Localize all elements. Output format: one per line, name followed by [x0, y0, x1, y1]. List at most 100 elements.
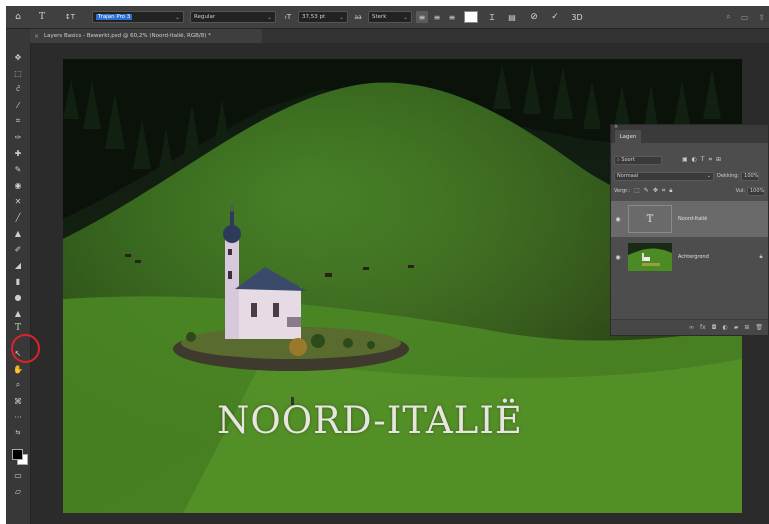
brush-tool-icon[interactable]: ✎ — [9, 163, 27, 175]
opacity-field[interactable]: 100% — [741, 171, 760, 181]
layer-filter-placeholder: Soort — [621, 157, 635, 163]
warp-text-icon[interactable]: Ɪ — [486, 11, 498, 23]
magic-wand-tool-icon[interactable]: ⁄ — [9, 99, 27, 111]
history-brush-tool-icon[interactable]: ✕ — [9, 195, 27, 207]
text-orientation-icon[interactable]: ↕T — [64, 11, 76, 23]
font-size-value: 37,53 pt — [302, 14, 326, 20]
text-color-swatch[interactable] — [464, 11, 478, 23]
workspace-icon[interactable]: ▭ — [741, 13, 749, 22]
document-title: Layers Basics - Bewerkt.psd @ 60,2% (Noo… — [44, 33, 211, 39]
anti-alias-select[interactable]: Sterk ⌄ — [368, 11, 412, 23]
chevron-down-icon: ⌄ — [338, 13, 344, 21]
gradient-fill-icon[interactable]: ▮ — [9, 275, 27, 287]
align-center-icon[interactable]: ≡ — [431, 11, 443, 23]
eyedropper-tool-icon[interactable]: ✑ — [9, 131, 27, 143]
blur-tool-icon[interactable]: ✐ — [9, 243, 27, 255]
screen-mode-icon[interactable]: ▱ — [9, 485, 27, 497]
font-family-value: Trajan Pro 3 — [96, 14, 133, 20]
lock-icon: 🔒︎ — [759, 253, 763, 260]
more-tools-icon[interactable]: ··· — [9, 411, 27, 423]
lasso-tool-icon[interactable]: ᦺ — [9, 83, 27, 95]
close-icon[interactable]: × — [34, 33, 39, 40]
layers-panel: × Lagen ⌕ Soort ▣◐T⌗⊞ Normaal ⌄ Dekking:… — [610, 124, 769, 336]
layer-filter-select[interactable]: ⌕ Soort — [614, 155, 662, 165]
document-tab-bar: × Layers Basics - Bewerkt.psd @ 60,2% (N… — [30, 29, 769, 43]
frame-tool-icon[interactable]: ⌘ — [9, 395, 27, 407]
font-style-select[interactable]: Regular ⌄ — [190, 11, 276, 23]
anti-alias-prefix: aa — [354, 13, 362, 21]
font-size-select[interactable]: 37,53 pt ⌄ — [298, 11, 348, 23]
dodge-tool-icon[interactable]: ◢ — [9, 259, 27, 271]
chevron-down-icon: ⌄ — [174, 13, 180, 21]
marquee-tool-icon[interactable]: ⬚ — [9, 67, 27, 79]
trash-icon[interactable]: 🗑︎ — [755, 324, 763, 331]
toolbox: ✥ ⬚ ᦺ ⁄ ⌗ ✑ ✚ ✎ ◉ ✕ ╱ ▲ ✐ ◢ ▮ ● ▲ T ↖ ✋ … — [6, 29, 40, 524]
background-thumbnail-image — [628, 243, 672, 271]
foreground-color-swatch[interactable] — [12, 449, 23, 460]
crop-tool-icon[interactable]: ⌗ — [9, 115, 27, 127]
fill-field[interactable]: 100% — [747, 186, 765, 196]
tab-layers[interactable]: Lagen — [615, 130, 641, 143]
quick-mask-icon[interactable]: ▭ — [9, 469, 27, 481]
blend-row: Normaal ⌄ Dekking: 100% — [614, 171, 765, 181]
layer-name: Noord-Italië — [678, 216, 708, 222]
document-tab[interactable]: × Layers Basics - Bewerkt.psd @ 60,2% (N… — [30, 29, 262, 43]
3d-icon[interactable]: 3D — [571, 11, 583, 23]
new-layer-icon[interactable]: ⊞ — [744, 324, 749, 331]
lock-icons[interactable]: ⬚✎✥⌗🔒︎ — [634, 187, 676, 195]
add-mask-icon[interactable]: ◘ — [712, 324, 717, 331]
fill-label: Vul: — [735, 188, 745, 194]
new-group-icon[interactable]: ▰ — [734, 324, 739, 331]
font-style-value: Regular — [194, 14, 216, 20]
eye-icon[interactable]: ◉ — [611, 216, 625, 223]
align-right-icon[interactable]: ≡ — [446, 11, 458, 23]
hand-tool-icon[interactable]: ✋ — [9, 363, 27, 375]
color-swatches[interactable] — [12, 449, 28, 465]
search-icon[interactable]: ⌕ — [726, 12, 730, 22]
type-tool-icon[interactable]: T — [9, 322, 27, 334]
align-left-icon[interactable]: ≡ — [416, 11, 428, 23]
adjustment-layer-icon[interactable]: ◐ — [722, 324, 727, 331]
type-tool-preset-icon[interactable]: T — [36, 11, 48, 23]
opacity-label: Dekking: — [717, 173, 740, 179]
eye-icon[interactable]: ◉ — [611, 254, 625, 261]
commit-icon[interactable]: ✓ — [549, 11, 561, 23]
character-panel-icon[interactable]: ▤ — [506, 11, 518, 23]
lock-label: Vergr.: — [614, 188, 631, 194]
eraser-tool-icon[interactable]: ╱ — [9, 211, 27, 223]
font-family-select[interactable]: Trajan Pro 3 ⌄ — [92, 11, 184, 23]
pen-tool-icon[interactable]: ▲ — [9, 307, 27, 319]
font-size-icon: ₜT — [284, 13, 292, 21]
home-icon[interactable]: ⌂ — [12, 11, 24, 23]
gradient-tool-icon[interactable]: ▲ — [9, 227, 27, 239]
healing-brush-tool-icon[interactable]: ✚ — [9, 147, 27, 159]
share-icon[interactable]: ⇪ — [758, 13, 765, 22]
layer-filter-icons[interactable]: ▣◐T⌗⊞ — [682, 156, 725, 164]
canvas-text-layer[interactable]: NOORD-ITALIË — [217, 399, 577, 442]
layer-row-text[interactable]: ◉ T Noord-Italië — [611, 201, 768, 237]
type-tool-highlight-circle — [11, 334, 40, 363]
fx-icon[interactable]: fx — [700, 324, 706, 331]
layers-panel-header: × Lagen — [611, 124, 768, 143]
link-layers-icon[interactable]: ∞ — [689, 324, 694, 331]
swap-colors-icon[interactable]: ⇆ — [9, 426, 27, 438]
lock-row: Vergr.: ⬚✎✥⌗🔒︎ Vul: 100% — [614, 186, 765, 196]
text-layer-thumbnail: T — [628, 205, 672, 233]
move-tool-icon[interactable]: ✥ — [9, 51, 27, 63]
blend-mode-select[interactable]: Normaal ⌄ — [614, 171, 714, 181]
zoom-tool-icon[interactable]: ⌕ — [9, 379, 27, 391]
layer-row-background[interactable]: ◉ Achtergrond 🔒︎ — [611, 239, 768, 275]
photoshop-window: ⌂ T ↕T Trajan Pro 3 ⌄ Regular ⌄ ₜT 37,53… — [6, 6, 769, 524]
clone-stamp-tool-icon[interactable]: ◉ — [9, 179, 27, 191]
anti-alias-value: Sterk — [372, 14, 387, 20]
layers-panel-footer: ∞ fx ◘ ◐ ▰ ⊞ 🗑︎ — [611, 319, 768, 335]
workspace-icons: ⌕ ▭ ⇪ — [726, 11, 765, 23]
drop-tool-icon[interactable]: ● — [9, 291, 27, 303]
options-bar: ⌂ T ↕T Trajan Pro 3 ⌄ Regular ⌄ ₜT 37,53… — [6, 6, 769, 29]
layer-filter-row: ⌕ Soort ▣◐T⌗⊞ — [614, 155, 765, 165]
layer-name: Achtergrond — [678, 254, 709, 260]
opacity-value: 100% — [744, 173, 759, 179]
chevron-down-icon: ⌄ — [266, 13, 272, 21]
blend-mode-value: Normaal — [617, 173, 639, 179]
cancel-icon[interactable]: ⊘ — [528, 11, 540, 23]
